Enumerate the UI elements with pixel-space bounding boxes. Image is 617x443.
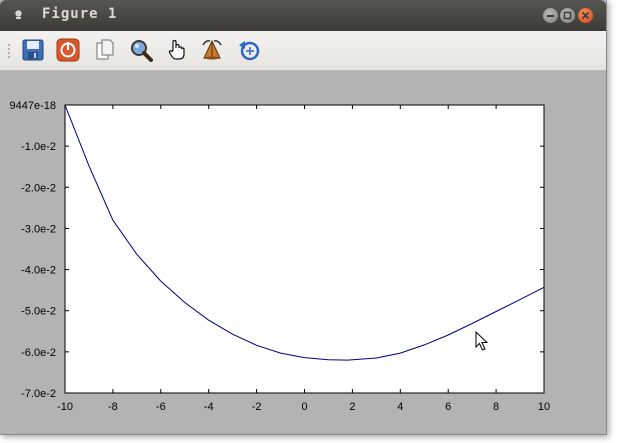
- y-tick-label: -1.0e-2: [21, 141, 56, 153]
- reset-view-icon: [239, 41, 260, 61]
- pan-hand-icon: [168, 39, 185, 60]
- x-tick-label: -4: [204, 401, 214, 413]
- x-tick-label: 6: [445, 401, 451, 413]
- copy-button[interactable]: [93, 38, 117, 62]
- plot-area: [65, 105, 544, 393]
- minimize-icon: [547, 15, 554, 17]
- maximize-button[interactable]: [560, 8, 575, 23]
- x-tick-label: -10: [57, 401, 73, 413]
- y-tick-label: 9447e-18: [10, 100, 57, 112]
- x-tick-label: -6: [156, 401, 166, 413]
- x-tick-label: 8: [493, 401, 499, 413]
- rotate-3d-button[interactable]: [200, 38, 224, 62]
- maximize-icon: [563, 11, 572, 20]
- reset-view-button[interactable]: [237, 38, 261, 62]
- line-chart: -10 -8 -6 -4 -2 0 2 4 6 8 10 9447e-18 -1.0e-2 -2.0e-2…: [10, 100, 551, 413]
- x-tick-label: -2: [252, 401, 262, 413]
- x-tick-label: 10: [538, 401, 550, 413]
- zoom-button[interactable]: [129, 38, 153, 62]
- window-menu-icon[interactable]: [13, 9, 24, 20]
- pan-button[interactable]: [165, 38, 189, 62]
- y-tick-label: -6.0e-2: [21, 347, 56, 359]
- save-button[interactable]: [21, 38, 45, 62]
- x-tick-label: -8: [108, 401, 118, 413]
- close-button[interactable]: [578, 8, 593, 23]
- power-icon: [56, 38, 80, 62]
- toolbar-grip[interactable]: [7, 43, 11, 59]
- close-icon: [581, 11, 590, 20]
- y-tick-label: -7.0e-2: [21, 388, 56, 400]
- figure-window: Figure 1 -10 -8 -6 -4 -2 0 2 4 6 8 10 94…: [0, 0, 607, 435]
- figure-canvas[interactable]: -10 -8 -6 -4 -2 0 2 4 6 8 10 9447e-18 -1.0e-2 -2.0e-2…: [0, 71, 606, 434]
- zoom-icon: [131, 40, 153, 62]
- x-tick-label: 0: [301, 401, 307, 413]
- rotate-3d-icon: [202, 39, 222, 60]
- y-tick-label: -5.0e-2: [21, 306, 56, 318]
- y-tick-label: -3.0e-2: [21, 223, 56, 235]
- power-button[interactable]: [56, 38, 80, 62]
- x-tick-label: 4: [397, 401, 403, 413]
- toolbar: [0, 31, 606, 71]
- window-title: Figure 1: [42, 6, 118, 22]
- x-tick-label: 2: [349, 401, 355, 413]
- y-tick-label: -2.0e-2: [21, 182, 56, 194]
- mouse-cursor-icon: [475, 331, 489, 351]
- y-tick-label: -4.0e-2: [21, 265, 56, 277]
- copy-icon: [96, 39, 114, 60]
- title-bar[interactable]: Figure 1: [0, 0, 606, 31]
- save-icon: [22, 39, 44, 61]
- minimize-button[interactable]: [543, 8, 558, 23]
